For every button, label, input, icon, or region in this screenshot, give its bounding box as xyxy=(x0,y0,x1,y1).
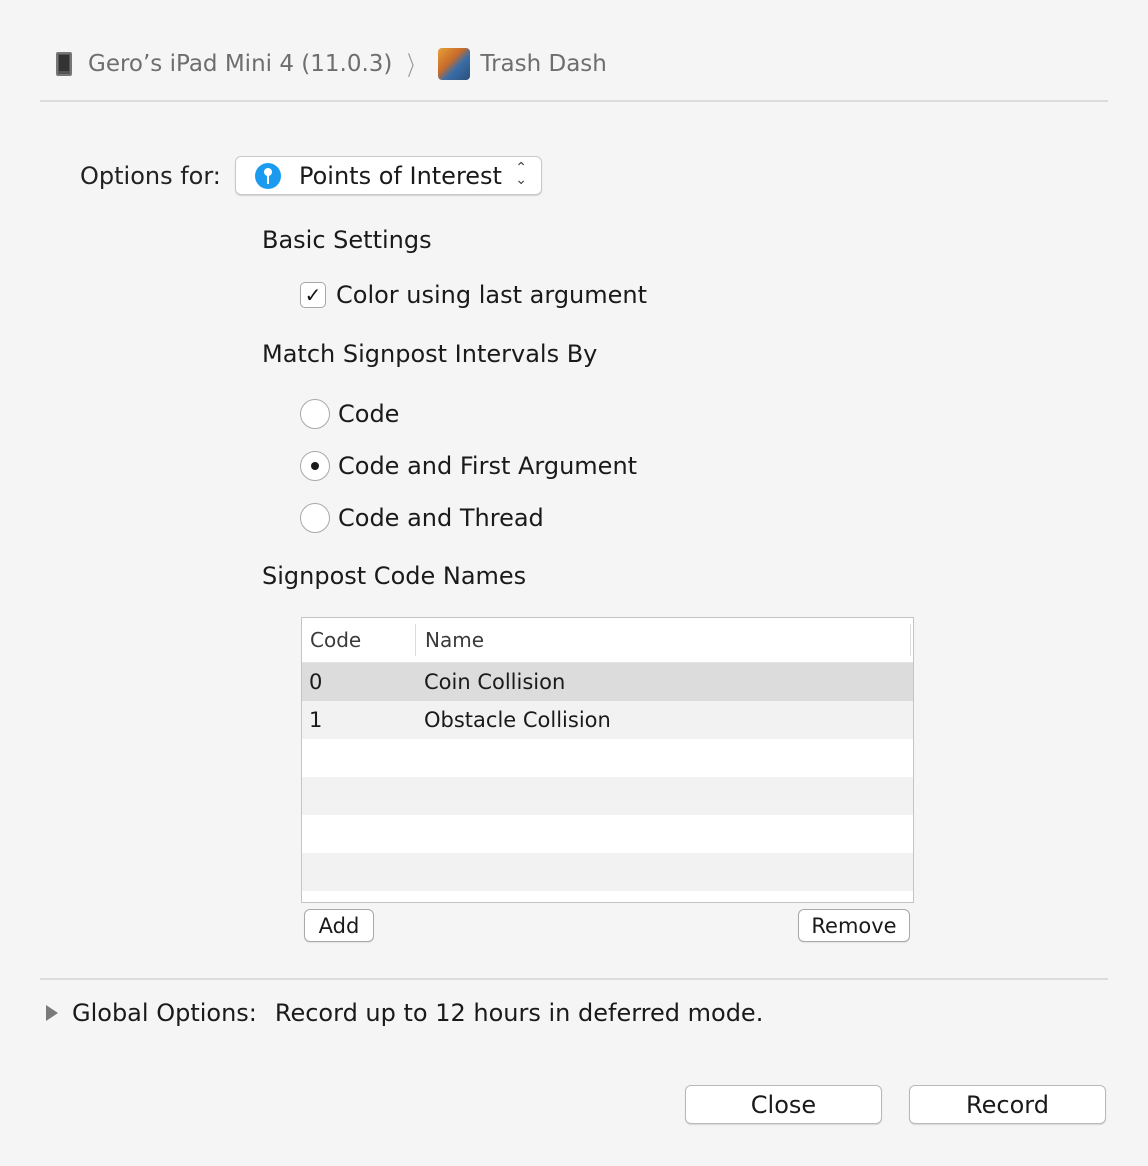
global-options-label: Global Options: xyxy=(72,999,257,1027)
updown-chevron-icon: ⌃ ⌄ xyxy=(515,160,527,188)
global-options-value: Record up to 12 hours in deferred mode. xyxy=(274,999,764,1027)
table-row[interactable]: 1 Obstacle Collision xyxy=(302,701,913,739)
table-header: Code Name xyxy=(302,618,913,663)
radio-label: Code and First Argument xyxy=(338,452,638,480)
match-intervals-heading: Match Signpost Intervals By xyxy=(262,340,598,368)
trash-dash-app-icon xyxy=(438,48,471,80)
breadcrumb-app[interactable]: Trash Dash xyxy=(480,51,606,77)
top-divider xyxy=(40,100,1108,102)
empty-row xyxy=(302,853,913,891)
disclosure-triangle-icon[interactable] xyxy=(46,1005,58,1021)
instrument-popup-value: Points of Interest xyxy=(299,161,502,190)
radio-button[interactable] xyxy=(300,399,330,429)
cell-code: 0 xyxy=(309,670,323,694)
breadcrumb-device[interactable]: Gero’s iPad Mini 4 (11.0.3) xyxy=(88,51,392,77)
chevron-right-icon: 〉 xyxy=(407,51,424,82)
radio-button[interactable] xyxy=(300,503,330,533)
ipad-icon xyxy=(56,52,72,76)
radio-code[interactable]: Code xyxy=(300,399,399,429)
column-header-code[interactable]: Code xyxy=(302,624,416,656)
radio-code-first-argument[interactable]: Code and First Argument xyxy=(300,451,637,481)
empty-row xyxy=(302,815,913,853)
cell-name: Obstacle Collision xyxy=(424,708,611,732)
global-options-disclosure[interactable]: Global Options: Record up to 12 hours in… xyxy=(46,999,763,1027)
color-last-argument-label: Color using last argument xyxy=(336,281,648,309)
radio-label: Code xyxy=(338,400,400,428)
points-of-interest-icon xyxy=(255,162,281,189)
empty-row xyxy=(302,739,913,777)
options-for-label: Options for: xyxy=(80,162,221,190)
table-row[interactable]: 0 Coin Collision xyxy=(302,663,913,701)
color-last-argument-option[interactable]: ✓ Color using last argument xyxy=(300,281,647,309)
radio-label: Code and Thread xyxy=(338,504,544,532)
cell-name: Coin Collision xyxy=(424,670,566,694)
code-names-heading: Signpost Code Names xyxy=(262,562,527,590)
empty-row xyxy=(302,777,913,815)
column-header-name[interactable]: Name xyxy=(416,624,911,656)
basic-settings-heading: Basic Settings xyxy=(262,226,432,254)
cell-code: 1 xyxy=(309,708,323,732)
color-last-argument-checkbox[interactable]: ✓ xyxy=(300,282,326,308)
breadcrumb: Gero’s iPad Mini 4 (11.0.3) 〉 Trash Dash xyxy=(56,44,607,84)
close-button[interactable]: Close xyxy=(685,1085,882,1124)
radio-button-selected[interactable] xyxy=(300,451,330,481)
record-button[interactable]: Record xyxy=(909,1085,1106,1124)
remove-button[interactable]: Remove xyxy=(798,909,910,942)
table-body: 0 Coin Collision 1 Obstacle Collision xyxy=(302,663,913,891)
code-names-table[interactable]: Code Name 0 Coin Collision 1 Obstacle Co… xyxy=(301,617,914,903)
add-button[interactable]: Add xyxy=(304,909,374,942)
bottom-divider xyxy=(40,978,1108,980)
instrument-popup-button[interactable]: Points of Interest ⌃ ⌄ xyxy=(235,156,542,195)
radio-code-thread[interactable]: Code and Thread xyxy=(300,503,544,533)
